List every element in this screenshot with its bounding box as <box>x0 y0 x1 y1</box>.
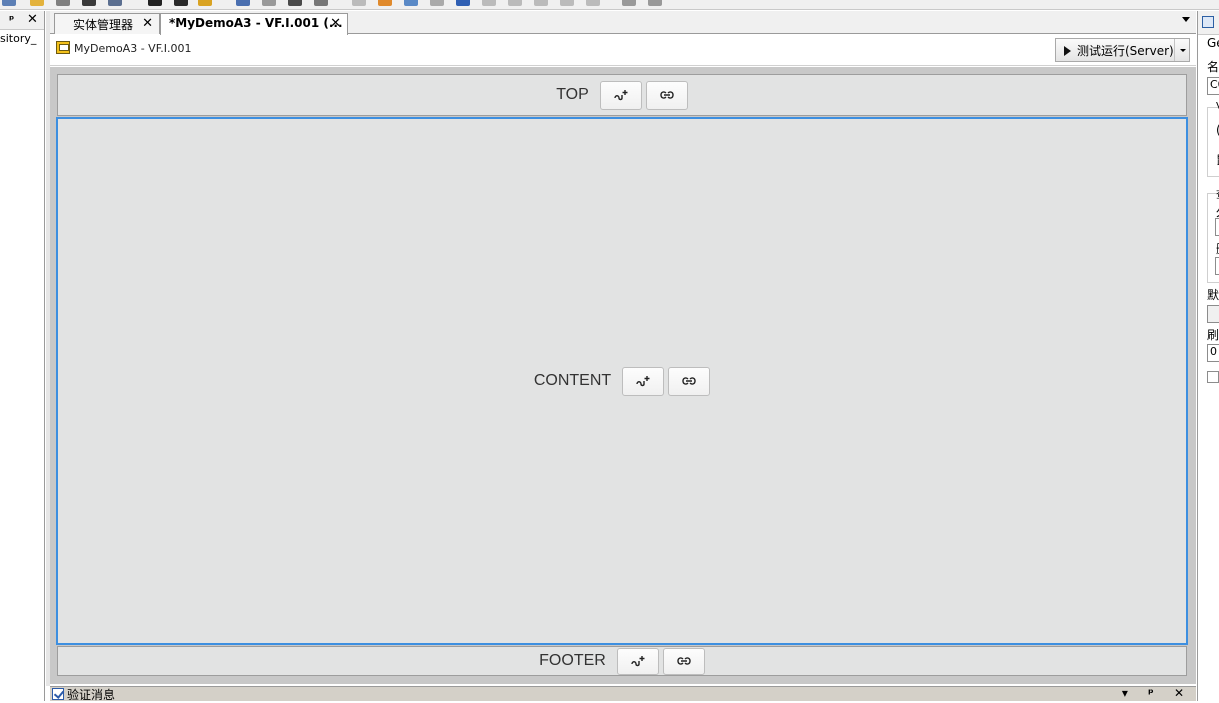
form-icon <box>56 41 70 54</box>
repository-panel-header: ᵖ ✕ <box>0 11 44 30</box>
properties-tab-general[interactable]: Ge <box>1207 36 1219 50</box>
toolbar-icon[interactable] <box>534 0 548 6</box>
region-label: CONTENT <box>533 372 612 389</box>
toolbar-icon[interactable] <box>108 0 122 6</box>
link-icon <box>660 91 674 99</box>
toolbar-icon[interactable] <box>482 0 496 6</box>
link-icon <box>682 377 696 385</box>
close-icon[interactable]: ✕ <box>142 16 153 31</box>
toolbar-icon[interactable] <box>508 0 522 6</box>
tab-label: *MyDemoA3 - VF.I.001 (... <box>169 16 343 30</box>
toolbar-icon[interactable] <box>236 0 250 6</box>
top-region[interactable]: TOP <box>57 74 1187 116</box>
document-title: MyDemoA3 - VF.I.001 <box>74 42 192 55</box>
close-icon[interactable]: ✕ <box>330 16 341 31</box>
close-icon[interactable]: ✕ <box>27 12 38 27</box>
toolbar-icon[interactable] <box>560 0 574 6</box>
property-field[interactable] <box>1215 257 1219 275</box>
property-label-refresh: 刷 <box>1207 328 1219 342</box>
toolbar-icon[interactable] <box>404 0 418 6</box>
repository-panel: ᵖ ✕ sitory_ <box>0 11 45 701</box>
toolbar-icon[interactable] <box>586 0 600 6</box>
chevron-down-icon[interactable] <box>1174 39 1189 61</box>
toolbar-icon[interactable] <box>82 0 96 6</box>
add-link-icon <box>631 656 645 667</box>
properties-icon[interactable] <box>1202 16 1214 28</box>
property-label-name: 名 <box>1207 60 1219 74</box>
tab-mydemoa3[interactable]: *MyDemoA3 - VF.I.001 (... ✕ <box>160 13 348 35</box>
region-label: FOOTER <box>539 652 606 669</box>
toolbar-icon[interactable] <box>622 0 636 6</box>
property-refresh-field[interactable]: 0 <box>1207 344 1219 362</box>
link-icon <box>677 657 691 665</box>
tab-label: 实体管理器 <box>73 18 134 32</box>
panel-controls[interactable]: ▾ ᵖ ✕ <box>1122 686 1192 700</box>
toolbar-icon[interactable] <box>30 0 44 6</box>
tab-list-dropdown-icon[interactable] <box>1182 17 1190 22</box>
validation-icon <box>52 688 64 700</box>
bind-button[interactable] <box>645 80 688 110</box>
repository-tree-item[interactable]: sitory_ <box>0 32 36 45</box>
toolbar-icon[interactable] <box>648 0 662 6</box>
toolbar-icon[interactable] <box>288 0 302 6</box>
property-checkbox[interactable] <box>1207 371 1219 383</box>
property-name-field[interactable]: C0 <box>1207 77 1219 95</box>
toolbar-icon[interactable] <box>314 0 328 6</box>
test-run-label: 测试运行(Server) <box>1077 44 1174 58</box>
toolbar-icon[interactable] <box>2 0 16 6</box>
region-label: TOP <box>556 86 589 103</box>
play-icon <box>1064 46 1071 56</box>
properties-panel-header <box>1198 11 1219 35</box>
property-default-field[interactable] <box>1207 305 1219 323</box>
add-link-icon <box>636 376 650 387</box>
layout-canvas: TOP CONTENT FOOTER <box>50 67 1196 684</box>
main-toolbar <box>0 0 1219 10</box>
add-link-icon <box>614 90 628 101</box>
pin-icon[interactable]: ᵖ <box>9 13 14 26</box>
toolbar-icon[interactable] <box>352 0 366 6</box>
property-field[interactable] <box>1215 218 1219 236</box>
add-component-button[interactable] <box>616 647 659 675</box>
bind-button[interactable] <box>662 647 705 675</box>
footer-region[interactable]: FOOTER <box>57 646 1187 676</box>
tab-entity-manager[interactable]: 实体管理器 ✕ <box>54 13 160 34</box>
properties-panel: Ge 名 C0 V ( 鼠 查 久 删 默 刷 0 <box>1197 11 1219 701</box>
toolbar-icon[interactable] <box>378 0 392 6</box>
content-region[interactable]: CONTENT <box>56 117 1188 645</box>
toolbar-icon[interactable] <box>174 0 188 6</box>
document-tabbar: 实体管理器 ✕ *MyDemoA3 - VF.I.001 (... ✕ <box>50 11 1196 35</box>
toolbar-icon[interactable] <box>198 0 212 6</box>
toolbar-icon[interactable] <box>56 0 70 6</box>
property-label-default: 默 <box>1207 288 1219 302</box>
toolbar-icon[interactable] <box>456 0 470 6</box>
toolbar-icon[interactable] <box>430 0 444 6</box>
add-component-button[interactable] <box>622 366 665 396</box>
toolbar-icon[interactable] <box>262 0 276 6</box>
validation-panel: 验证消息 ▾ ᵖ ✕ <box>50 686 1196 702</box>
toolbar-icon[interactable] <box>148 0 162 6</box>
test-run-button[interactable]: 测试运行(Server) <box>1055 38 1190 62</box>
bind-button[interactable] <box>668 366 711 396</box>
document-header: MyDemoA3 - VF.I.001 测试运行(Server) <box>50 35 1196 66</box>
add-component-button[interactable] <box>599 80 642 110</box>
validation-panel-title: 验证消息 <box>67 688 116 702</box>
